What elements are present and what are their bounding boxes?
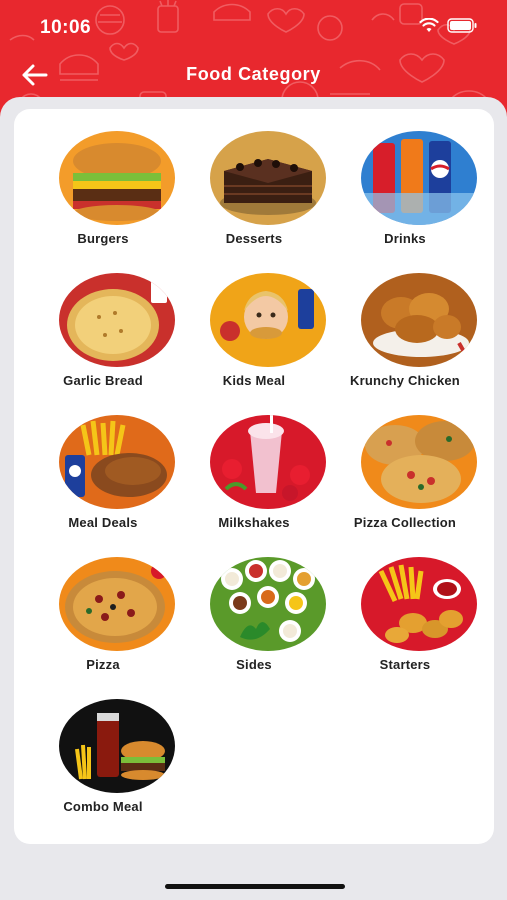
nav-bar: Food Category <box>0 54 507 96</box>
kids-meal-image <box>210 273 326 367</box>
category-item-milkshakes[interactable]: Milkshakes <box>179 415 329 555</box>
combo-meal-image <box>59 699 175 793</box>
sides-image <box>210 557 326 651</box>
category-label: Krunchy Chicken <box>350 373 460 388</box>
garlic-bread-image <box>59 273 175 367</box>
category-label: Pizza <box>86 657 120 672</box>
starters-image <box>361 557 477 651</box>
category-label: Kids Meal <box>222 373 286 388</box>
desserts-image <box>210 131 326 225</box>
content-sheet: Burgers Desserts Drinks Garlic Bread Kid… <box>0 97 507 900</box>
status-icons <box>419 18 477 33</box>
category-label: Garlic Bread <box>63 373 143 388</box>
category-label: Drinks <box>384 231 426 246</box>
category-item-kids-meal[interactable]: Kids Meal <box>179 273 329 413</box>
category-card: Burgers Desserts Drinks Garlic Bread Kid… <box>14 109 494 844</box>
category-item-drinks[interactable]: Drinks <box>330 131 480 271</box>
category-label: Combo Meal <box>63 799 143 814</box>
category-label: Starters <box>379 657 431 672</box>
category-label: Meal Deals <box>68 515 138 530</box>
category-item-pizza-collection[interactable]: Pizza Collection <box>330 415 480 555</box>
category-item-krunchy-chicken[interactable]: Krunchy Chicken <box>330 273 480 413</box>
category-item-combo-meal[interactable]: Combo Meal <box>28 699 178 839</box>
category-item-garlic-bread[interactable]: Garlic Bread <box>28 273 178 413</box>
category-item-pizza[interactable]: Pizza <box>28 557 178 697</box>
status-time: 10:06 <box>40 17 92 38</box>
home-indicator[interactable] <box>165 884 345 889</box>
category-label: Pizza Collection <box>353 515 457 530</box>
category-grid: Burgers Desserts Drinks Garlic Bread Kid… <box>14 109 494 844</box>
category-label: Burgers <box>77 231 129 246</box>
status-bar: 10:06 <box>0 0 507 54</box>
meal-deals-image <box>59 415 175 509</box>
wifi-icon <box>419 18 439 32</box>
drinks-image <box>361 131 477 225</box>
page-title: Food Category <box>186 64 321 84</box>
category-item-desserts[interactable]: Desserts <box>179 131 329 271</box>
pizza-collection-image <box>361 415 477 509</box>
category-item-burgers[interactable]: Burgers <box>28 131 178 271</box>
burgers-image <box>59 131 175 225</box>
pizza-image <box>59 557 175 651</box>
category-item-sides[interactable]: Sides <box>179 557 329 697</box>
category-label: Sides <box>236 657 272 672</box>
battery-icon <box>447 18 477 33</box>
milkshakes-image <box>210 415 326 509</box>
category-item-starters[interactable]: Starters <box>330 557 480 697</box>
category-label: Milkshakes <box>218 515 290 530</box>
category-label: Desserts <box>225 231 283 246</box>
krunchy-chicken-image <box>361 273 477 367</box>
category-item-meal-deals[interactable]: Meal Deals <box>28 415 178 555</box>
